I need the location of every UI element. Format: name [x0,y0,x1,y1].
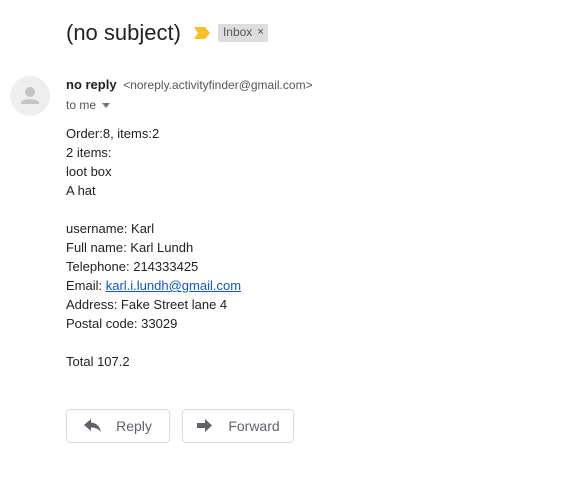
body-line: loot box [66,164,112,179]
subject-row: (no subject) Inbox × [66,18,268,48]
person-avatar-icon [10,76,50,116]
reply-arrow-icon [84,419,102,432]
body-line: 2 items: [66,145,112,160]
remove-label-icon[interactable]: × [257,25,263,40]
body-line: A hat [66,183,96,198]
email-link[interactable]: karl.i.lundh@gmail.com [106,278,241,293]
forward-label: Forward [228,418,280,434]
body-line: username: Karl [66,221,155,236]
reply-actions: Reply Forward [66,409,294,443]
body-line: Full name: Karl Lundh [66,240,194,255]
recipient-label: to me [66,98,97,112]
reply-button[interactable]: Reply [66,409,170,443]
email-body: Order:8, items:2 2 items: loot box A hat… [66,124,241,371]
body-line [66,200,241,219]
forward-button[interactable]: Forward [182,409,294,443]
recipient-details-toggle[interactable]: to me [66,98,111,112]
label-chip-text: Inbox [222,25,253,39]
body-line [66,333,241,352]
body-email-line: Email: karl.i.lundh@gmail.com [66,276,241,295]
body-line: Total 107.2 [66,354,130,369]
sender-row: no reply <noreply.activityfinder@gmail.c… [66,77,313,93]
reply-label: Reply [116,418,152,434]
email-subject: (no subject) [66,20,181,45]
sender-email: <noreply.activityfinder@gmail.com> [123,78,313,92]
body-line: Address: Fake Street lane 4 [66,297,228,312]
sender-name[interactable]: no reply [66,77,117,92]
body-line: Telephone: 214333425 [66,259,199,274]
body-line: Order:8, items:2 [66,126,160,141]
email-label: Email: [66,278,106,293]
forward-arrow-icon [197,419,213,432]
body-line: Postal code: 33029 [66,316,178,331]
inbox-label-chip: Inbox × [217,24,268,42]
email-view: (no subject) Inbox × no reply <noreply.a… [0,0,579,489]
chevron-down-icon[interactable] [102,102,111,108]
important-marker-icon[interactable] [193,26,211,40]
